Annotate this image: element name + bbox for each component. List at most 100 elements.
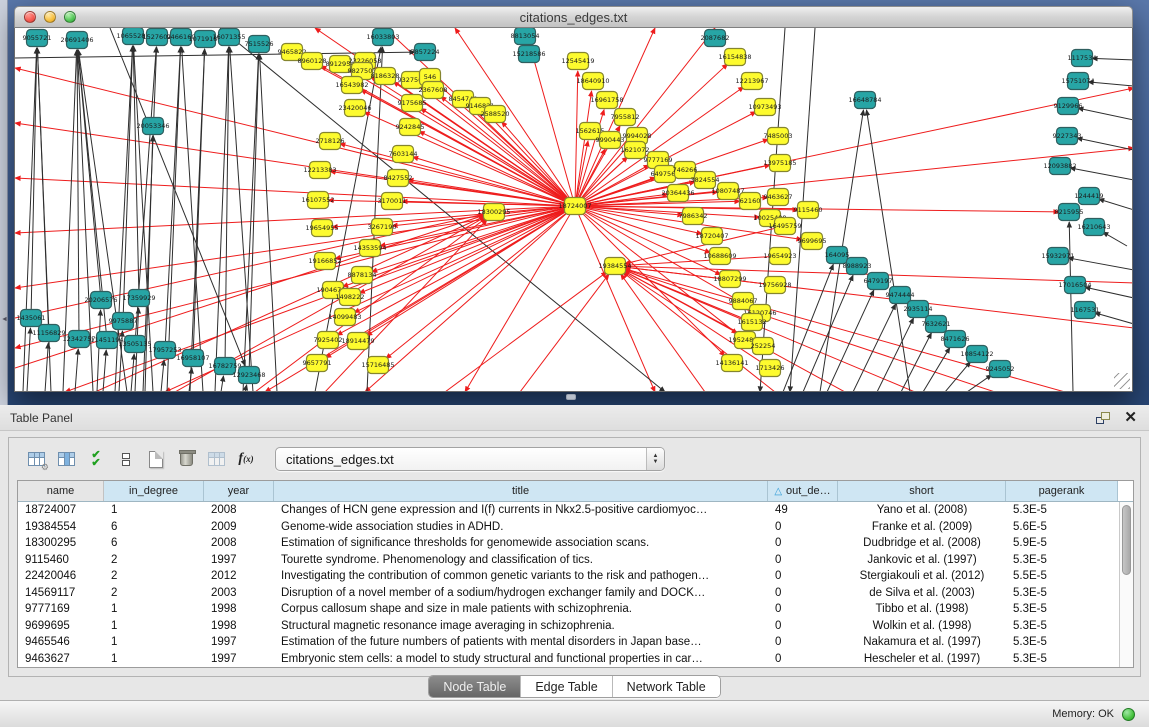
split-divider-handle[interactable] (566, 394, 576, 400)
citation-edge-red[interactable] (575, 71, 578, 206)
graph-node[interactable]: 10854122 (960, 346, 993, 363)
citation-edge-black[interactable] (161, 360, 164, 392)
cell-short[interactable]: Hescheler et al. (1997) (838, 651, 1006, 668)
close-panel-icon[interactable]: ✕ (1124, 412, 1137, 424)
graph-node[interactable]: 62160 (740, 193, 761, 210)
cell-pagerank[interactable]: 5.3E-5 (1006, 585, 1118, 602)
cell-name[interactable]: 9699695 (18, 618, 104, 635)
graph-node[interactable]: 3824554 (691, 172, 720, 189)
graph-node[interactable]: 7925402 (314, 332, 343, 349)
cell-out_de[interactable]: 0 (768, 552, 838, 569)
table-row[interactable]: 1456911722003Disruption of a novel membe… (18, 585, 1133, 602)
collapse-left-arrow-icon[interactable]: ◄ (1, 316, 8, 323)
graph-node[interactable]: 16210643 (1077, 219, 1110, 236)
graph-node[interactable]: 12093882 (1043, 158, 1076, 175)
graph-node[interactable]: 3267190 (368, 219, 397, 236)
cell-title[interactable]: Embryonic stem cells: a model to study s… (274, 651, 768, 668)
network-canvas[interactable]: 9055721206914061065528715276029466160107… (14, 28, 1133, 392)
cell-pagerank[interactable]: 5.3E-5 (1006, 502, 1118, 519)
cell-out_de[interactable]: 0 (768, 651, 838, 668)
citation-edge-black[interactable] (853, 304, 896, 392)
citation-edge-red[interactable] (349, 69, 575, 206)
cell-short[interactable]: Nakamura et al. (1997) (838, 634, 1006, 651)
citation-edge-black[interactable] (1092, 58, 1133, 60)
graph-node[interactable]: 2087682 (701, 30, 730, 47)
graph-node[interactable]: 20691406 (60, 32, 93, 49)
cell-name[interactable]: 14569117 (18, 585, 104, 602)
graph-node[interactable]: 15716485 (361, 357, 394, 374)
cell-short[interactable]: Stergiakouli et al. (2012) (838, 568, 1006, 585)
table-row[interactable]: 2242004622012Investigating the contribut… (18, 568, 1133, 585)
network-graph[interactable]: 9055721206914061065528715276029466160107… (15, 28, 1133, 392)
cell-in_degree[interactable]: 2 (104, 552, 204, 569)
citation-edge-black[interactable] (75, 349, 78, 392)
graph-node[interactable]: 12213383 (303, 162, 336, 179)
column-header-name[interactable]: name (18, 481, 104, 501)
graph-node[interactable]: 9245052 (986, 361, 1015, 378)
cell-in_degree[interactable]: 1 (104, 502, 204, 519)
graph-node[interactable]: 7955812 (611, 109, 640, 126)
citation-edge-red[interactable] (420, 86, 575, 206)
cell-title[interactable]: Disruption of a novel member of a sodium… (274, 585, 768, 602)
citation-edge-black[interactable] (221, 376, 223, 392)
citation-edge-red[interactable] (465, 206, 575, 392)
table-row[interactable]: 969969511998Structural magnetic resonanc… (18, 618, 1133, 635)
graph-node[interactable]: 252254 (751, 338, 776, 355)
cell-name[interactable]: 22420046 (18, 568, 104, 585)
graph-node[interactable]: 7515526 (245, 36, 274, 53)
graph-node[interactable]: 9055721 (23, 30, 52, 47)
table-row[interactable]: 911546021997Tourette syndrome. Phenomeno… (18, 552, 1133, 569)
citation-edge-black[interactable] (1070, 168, 1133, 180)
table-row[interactable]: 977716911998Corpus callosum shape and si… (18, 601, 1133, 618)
cell-title[interactable]: Corpus callosum shape and size in male p… (274, 601, 768, 618)
graph-node[interactable]: 16033803 (366, 29, 399, 46)
graph-node[interactable]: 9242845 (396, 119, 425, 136)
citation-edge-black[interactable] (45, 343, 48, 392)
graph-node[interactable]: 9463627 (764, 189, 793, 206)
cell-out_de[interactable]: 0 (768, 601, 838, 618)
graph-node[interactable]: 17016504 (1058, 277, 1091, 294)
graph-node[interactable]: 6479197 (864, 273, 893, 290)
citation-edge-black[interactable] (103, 350, 106, 392)
cell-short[interactable]: Yano et al. (2008) (838, 502, 1006, 519)
graph-node[interactable]: 8471626 (941, 331, 970, 348)
graph-node[interactable]: 8960128 (298, 53, 327, 70)
citation-edge-black[interactable] (31, 48, 37, 318)
cell-out_de[interactable]: 0 (768, 585, 838, 602)
cell-short[interactable]: Franke et al. (2009) (838, 519, 1006, 536)
cell-year[interactable]: 2012 (204, 568, 274, 585)
column-header-year[interactable]: year (204, 481, 274, 501)
function-builder-button[interactable]: f(x) (231, 445, 261, 473)
cell-year[interactable]: 2008 (204, 535, 274, 552)
citation-edge-black[interactable] (193, 49, 205, 358)
tab-node-table[interactable]: Node Table (429, 676, 521, 697)
cell-short[interactable]: Tibbo et al. (1998) (838, 601, 1006, 618)
citation-edge-black[interactable] (167, 47, 181, 392)
citation-edge-black[interactable] (827, 290, 874, 392)
citation-edge-red[interactable] (359, 206, 575, 293)
cell-title[interactable]: Investigating the contribution of common… (274, 568, 768, 585)
tab-edge-table[interactable]: Edge Table (521, 676, 612, 697)
column-header-out_de[interactable]: △out_de… (768, 481, 838, 501)
table-selector-dropdown[interactable]: citations_edges.txt ▲▼ (275, 447, 665, 471)
citation-edge-black[interactable] (27, 328, 30, 392)
citation-edge-black[interactable] (1103, 232, 1127, 246)
cell-in_degree[interactable]: 2 (104, 585, 204, 602)
vertical-scrollbar[interactable] (1119, 502, 1133, 667)
cell-in_degree[interactable]: 1 (104, 651, 204, 668)
cell-pagerank[interactable]: 5.9E-5 (1006, 535, 1118, 552)
citation-edge-black[interactable] (1078, 108, 1133, 120)
graph-node[interactable]: 1117534 (1068, 50, 1097, 67)
citation-edge-red[interactable] (575, 206, 655, 392)
graph-node[interactable]: 9227343 (1053, 128, 1082, 145)
row-height-button[interactable] (111, 445, 141, 473)
cell-title[interactable]: Estimation of significance thresholds fo… (274, 535, 768, 552)
citation-edge-black[interactable] (245, 385, 247, 392)
graph-node[interactable]: 13975185 (763, 155, 796, 172)
graph-node[interactable]: 9699695 (798, 233, 827, 250)
graph-node[interactable]: 8988923 (843, 258, 872, 275)
graph-node[interactable]: 8813054 (511, 28, 540, 45)
graph-node[interactable]: 2588520 (481, 106, 510, 123)
citation-edge-red[interactable] (372, 206, 575, 272)
graph-node[interactable]: 15751074 (1061, 73, 1094, 90)
